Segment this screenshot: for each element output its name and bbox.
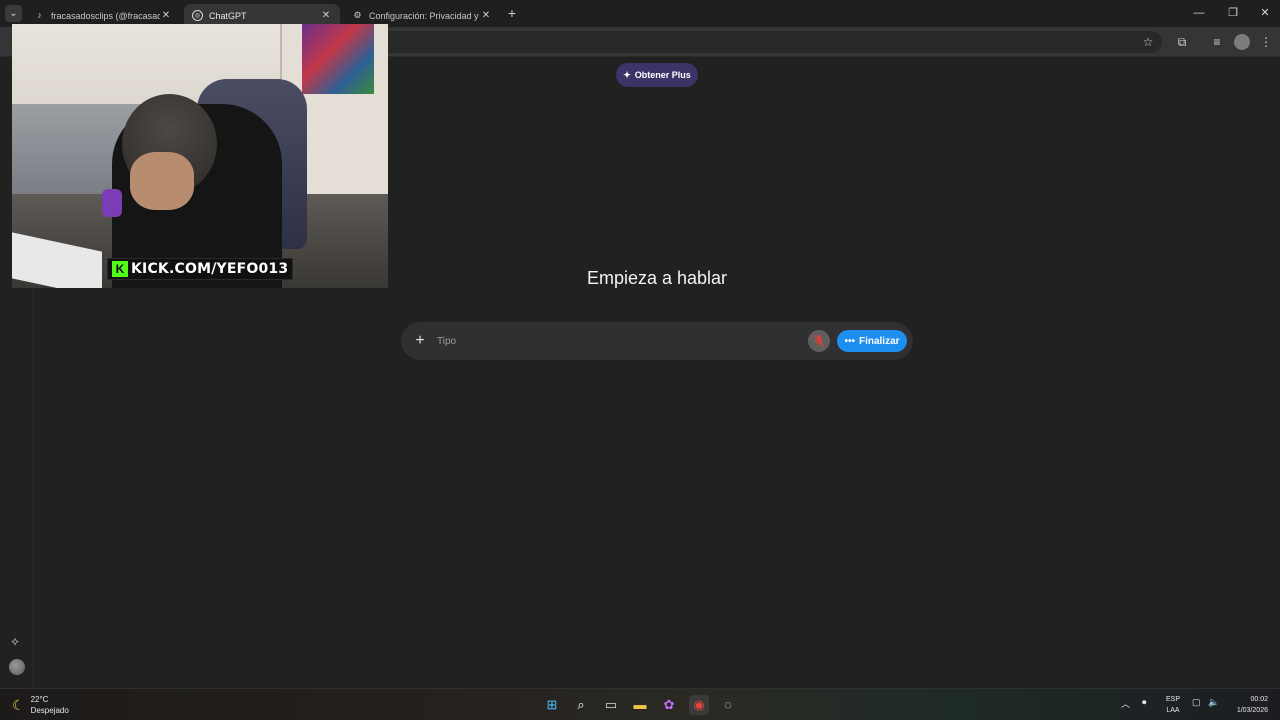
weather-temp: 22°C: [30, 695, 49, 704]
minimize-button[interactable]: —: [1182, 0, 1216, 27]
end-voice-button[interactable]: ••• Finalizar: [837, 330, 907, 352]
voice-composer: + ••• Finalizar: [401, 322, 913, 360]
start-icon[interactable]: ⊞: [542, 695, 562, 715]
browser-tab-strip: ⌄ ♪ fracasadosclips (@fracasadosclips ✕ …: [0, 0, 1280, 27]
kick-channel-badge: K KICK.COM/YEFO013: [107, 258, 294, 280]
media-controls-icon[interactable]: ≡: [1209, 34, 1225, 50]
chrome-icon[interactable]: ◉: [689, 695, 709, 715]
weather-widget[interactable]: ☾ 22°C Despejado: [12, 694, 69, 716]
kick-channel-label: KICK.COM/YEFO013: [131, 261, 289, 277]
profile-avatar[interactable]: [1234, 34, 1250, 50]
tab-close-icon[interactable]: ✕: [320, 10, 332, 21]
get-plus-button[interactable]: ✦ Obtener Plus: [616, 63, 698, 87]
tab-title: fracasadosclips (@fracasadosclips: [51, 10, 160, 21]
network-icon[interactable]: ▢: [1192, 697, 1201, 708]
app-icon[interactable]: ◌: [718, 695, 738, 715]
sparkle-icon[interactable]: ✧: [10, 635, 20, 649]
user-avatar[interactable]: [9, 659, 25, 675]
microphone-icon[interactable]: ⏺: [1142, 697, 1147, 708]
system-clock[interactable]: 00:02 1/03/2026: [1226, 694, 1268, 716]
end-voice-label: Finalizar: [858, 335, 900, 347]
kick-logo-icon: K: [112, 261, 128, 277]
browser-menu-icon[interactable]: ⋮: [1258, 34, 1274, 50]
message-input[interactable]: [437, 332, 797, 350]
copilot-icon[interactable]: ✿: [659, 695, 679, 715]
clock-time: 00:02: [1250, 696, 1268, 703]
gear-icon: ⚙: [353, 10, 362, 20]
chatgpt-icon: ◎: [192, 10, 203, 21]
tab-search-button[interactable]: ⌄: [5, 5, 22, 22]
page-title: Empieza a hablar: [586, 268, 728, 288]
tiktok-icon: ♪: [37, 10, 42, 20]
moon-icon: ☾: [12, 696, 25, 713]
tab-title: ChatGPT: [209, 10, 247, 21]
search-icon[interactable]: ⌕: [571, 695, 591, 715]
get-plus-label: Obtener Plus: [634, 70, 691, 80]
close-window-button[interactable]: ✕: [1248, 0, 1280, 27]
address-bar[interactable]: [380, 31, 1162, 53]
new-tab-button[interactable]: +: [505, 4, 519, 22]
restore-button[interactable]: ❐: [1216, 0, 1250, 27]
add-attachment-button[interactable]: +: [413, 331, 427, 351]
bookmark-star-icon[interactable]: ☆: [1140, 34, 1156, 50]
sparkle-icon: ✦: [623, 69, 631, 80]
microphone: [102, 189, 122, 217]
tab-close-icon[interactable]: ✕: [480, 10, 492, 21]
file-explorer-icon[interactable]: ▬: [630, 695, 650, 715]
language-indicator[interactable]: ESP LAA: [1162, 694, 1184, 716]
volume-icon[interactable]: 🔈: [1208, 697, 1219, 708]
mute-microphone-button[interactable]: [808, 330, 830, 352]
wall-poster: [302, 24, 374, 94]
dots-icon: •••: [844, 335, 855, 347]
microphone-off-icon: [813, 334, 825, 348]
tab-close-icon[interactable]: ✕: [160, 10, 172, 21]
windows-taskbar: ☾ 22°C Despejado ⊞ ⌕ ▭ ▬ ✿ ◉ ◌ ︿ ⏺ ESP L…: [0, 688, 1280, 720]
screen: ⌄ ♪ fracasadosclips (@fracasadosclips ✕ …: [0, 0, 1280, 720]
weather-condition: Despejado: [30, 706, 69, 715]
clock-date: 1/03/2026: [1236, 707, 1268, 714]
extensions-icon[interactable]: ⧉: [1174, 34, 1190, 50]
tray-overflow-icon[interactable]: ︿: [1121, 697, 1130, 710]
task-view-icon[interactable]: ▭: [601, 695, 621, 715]
webcam-overlay: K KICK.COM/YEFO013: [12, 24, 388, 288]
tab-title: Configuración: Privacidad y seg: [369, 10, 480, 21]
